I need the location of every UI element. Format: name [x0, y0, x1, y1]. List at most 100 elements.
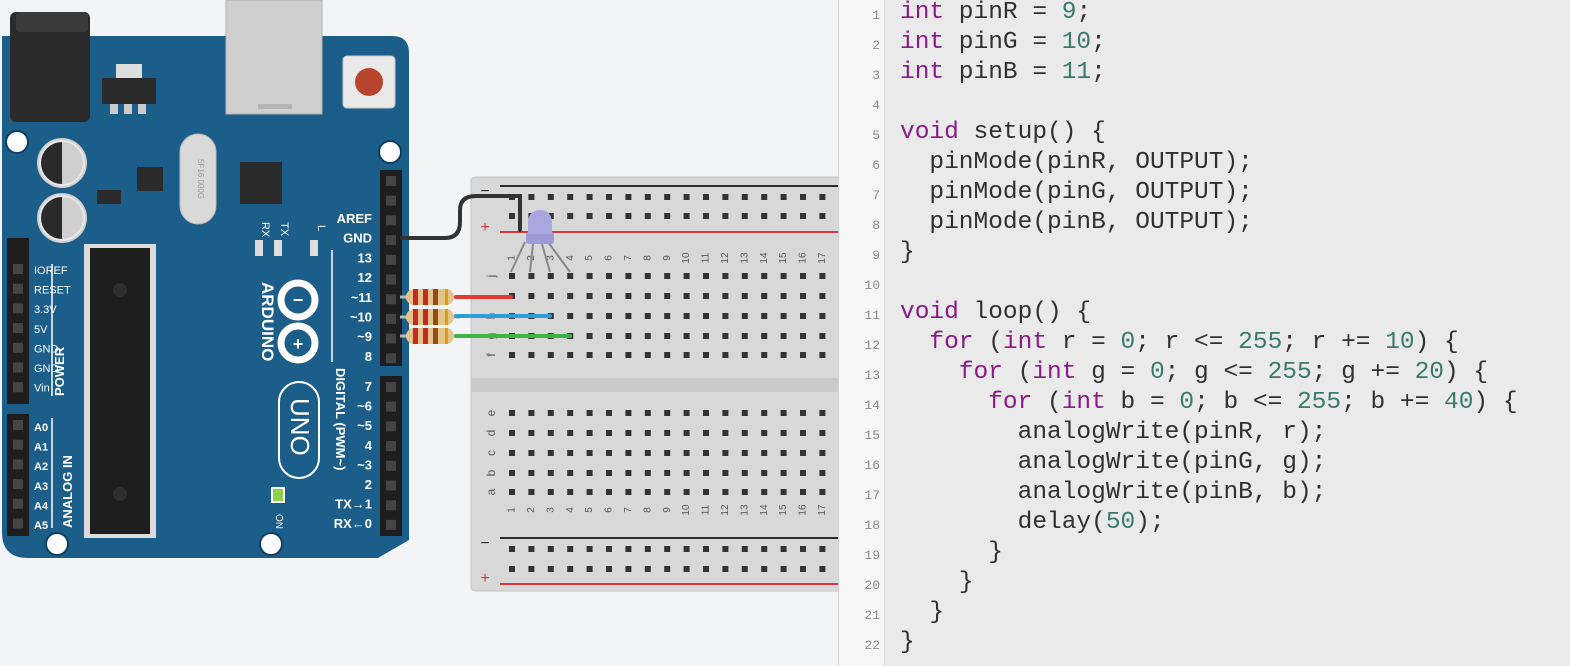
- header-socket[interactable]: [13, 323, 23, 334]
- breadboard-hole[interactable]: [625, 430, 632, 436]
- rail-hole[interactable]: [683, 194, 690, 200]
- rail-hole[interactable]: [722, 566, 729, 572]
- header-socket[interactable]: [386, 254, 396, 265]
- breadboard-hole[interactable]: [800, 430, 806, 436]
- code-line[interactable]: pinMode(pinG, OUTPUT);: [900, 178, 1252, 208]
- breadboard-hole[interactable]: [780, 293, 787, 299]
- breadboard-hole[interactable]: [741, 489, 748, 495]
- rail-hole[interactable]: [547, 546, 554, 552]
- breadboard-hole[interactable]: [547, 410, 554, 416]
- code-line[interactable]: int pinR = 9;: [900, 0, 1091, 28]
- breadboard-hole[interactable]: [703, 430, 709, 436]
- breadboard-hole[interactable]: [567, 352, 574, 358]
- rail-hole[interactable]: [528, 566, 535, 572]
- rail-hole[interactable]: [741, 546, 748, 552]
- rail-hole[interactable]: [567, 566, 574, 572]
- breadboard-hole[interactable]: [528, 410, 535, 416]
- breadboard-hole[interactable]: [509, 470, 515, 476]
- breadboard-hole[interactable]: [722, 333, 729, 339]
- rail-hole[interactable]: [800, 194, 806, 200]
- header-socket[interactable]: [386, 500, 396, 511]
- header-socket[interactable]: [386, 401, 396, 412]
- rail-hole[interactable]: [703, 194, 709, 200]
- code-line[interactable]: }: [900, 568, 974, 598]
- breadboard-hole[interactable]: [683, 352, 690, 358]
- header-socket[interactable]: [386, 460, 396, 471]
- resistor-pin11[interactable]: [400, 289, 460, 305]
- breadboard-hole[interactable]: [567, 313, 574, 319]
- breadboard-hole[interactable]: [644, 352, 651, 358]
- breadboard-hole[interactable]: [664, 293, 671, 299]
- breadboard-hole[interactable]: [722, 489, 729, 495]
- breadboard-hole[interactable]: [528, 489, 535, 495]
- rail-hole[interactable]: [606, 546, 612, 552]
- rail-hole[interactable]: [625, 566, 632, 572]
- breadboard-hole[interactable]: [780, 489, 787, 495]
- reset-button[interactable]: [342, 55, 396, 109]
- rail-hole[interactable]: [761, 194, 768, 200]
- breadboard-hole[interactable]: [606, 450, 612, 456]
- rail-hole[interactable]: [606, 194, 612, 200]
- rail-hole[interactable]: [664, 566, 671, 572]
- breadboard-hole[interactable]: [819, 352, 826, 358]
- breadboard-hole[interactable]: [509, 410, 515, 416]
- breadboard-hole[interactable]: [664, 273, 671, 279]
- breadboard-hole[interactable]: [644, 273, 651, 279]
- rail-hole[interactable]: [683, 546, 690, 552]
- header-socket[interactable]: [13, 342, 23, 353]
- breadboard-hole[interactable]: [819, 450, 826, 456]
- breadboard-hole[interactable]: [528, 450, 535, 456]
- breadboard-hole[interactable]: [741, 352, 748, 358]
- header-socket[interactable]: [13, 498, 23, 509]
- resistor-pin9[interactable]: [400, 328, 460, 344]
- rail-hole[interactable]: [722, 213, 729, 219]
- code-line[interactable]: for (int r = 0; r <= 255; r += 10) {: [900, 328, 1458, 358]
- header-socket[interactable]: [386, 274, 396, 285]
- breadboard-hole[interactable]: [780, 273, 787, 279]
- rail-hole[interactable]: [664, 213, 671, 219]
- breadboard-hole[interactable]: [644, 430, 651, 436]
- breadboard-hole[interactable]: [761, 273, 768, 279]
- breadboard-hole[interactable]: [586, 470, 593, 476]
- breadboard-hole[interactable]: [625, 470, 632, 476]
- breadboard-hole[interactable]: [625, 333, 632, 339]
- rail-hole[interactable]: [547, 566, 554, 572]
- breadboard-hole[interactable]: [606, 273, 612, 279]
- rail-hole[interactable]: [547, 194, 554, 200]
- rail-hole[interactable]: [625, 213, 632, 219]
- breadboard-hole[interactable]: [567, 293, 574, 299]
- breadboard-hole[interactable]: [800, 352, 806, 358]
- breadboard-hole[interactable]: [722, 470, 729, 476]
- breadboard-hole[interactable]: [644, 293, 651, 299]
- breadboard-hole[interactable]: [664, 313, 671, 319]
- header-socket[interactable]: [13, 459, 23, 470]
- rail-hole[interactable]: [625, 546, 632, 552]
- rail-hole[interactable]: [703, 546, 709, 552]
- breadboard-hole[interactable]: [547, 470, 554, 476]
- rail-hole[interactable]: [567, 213, 574, 219]
- breadboard-hole[interactable]: [761, 352, 768, 358]
- breadboard-hole[interactable]: [741, 410, 748, 416]
- breadboard-hole[interactable]: [644, 313, 651, 319]
- rail-hole[interactable]: [819, 213, 826, 219]
- code-editor[interactable]: 1 2 3 4 5 6 7 8 9 10 11 12 13 14 15 16 17 18 19 20 21 22 int …: [838, 0, 1570, 666]
- resistor-pin10[interactable]: [400, 309, 460, 325]
- breadboard-hole[interactable]: [780, 430, 787, 436]
- breadboard-hole[interactable]: [509, 430, 515, 436]
- breadboard-hole[interactable]: [722, 352, 729, 358]
- breadboard-hole[interactable]: [819, 333, 826, 339]
- rail-hole[interactable]: [780, 566, 787, 572]
- breadboard-hole[interactable]: [819, 430, 826, 436]
- breadboard-hole[interactable]: [683, 333, 690, 339]
- breadboard-hole[interactable]: [625, 352, 632, 358]
- header-socket[interactable]: [13, 264, 23, 274]
- header-socket[interactable]: [386, 235, 396, 246]
- code-line[interactable]: }: [900, 238, 915, 268]
- header-socket[interactable]: [13, 518, 23, 529]
- circuit-canvas[interactable]: 5F16.000G RX TX L ARDUINO − + UNO ON POW…: [0, 0, 838, 666]
- header-socket[interactable]: [386, 382, 396, 392]
- breadboard-hole[interactable]: [703, 410, 709, 416]
- breadboard-hole[interactable]: [683, 470, 690, 476]
- breadboard-hole[interactable]: [644, 333, 651, 339]
- breadboard-hole[interactable]: [586, 293, 593, 299]
